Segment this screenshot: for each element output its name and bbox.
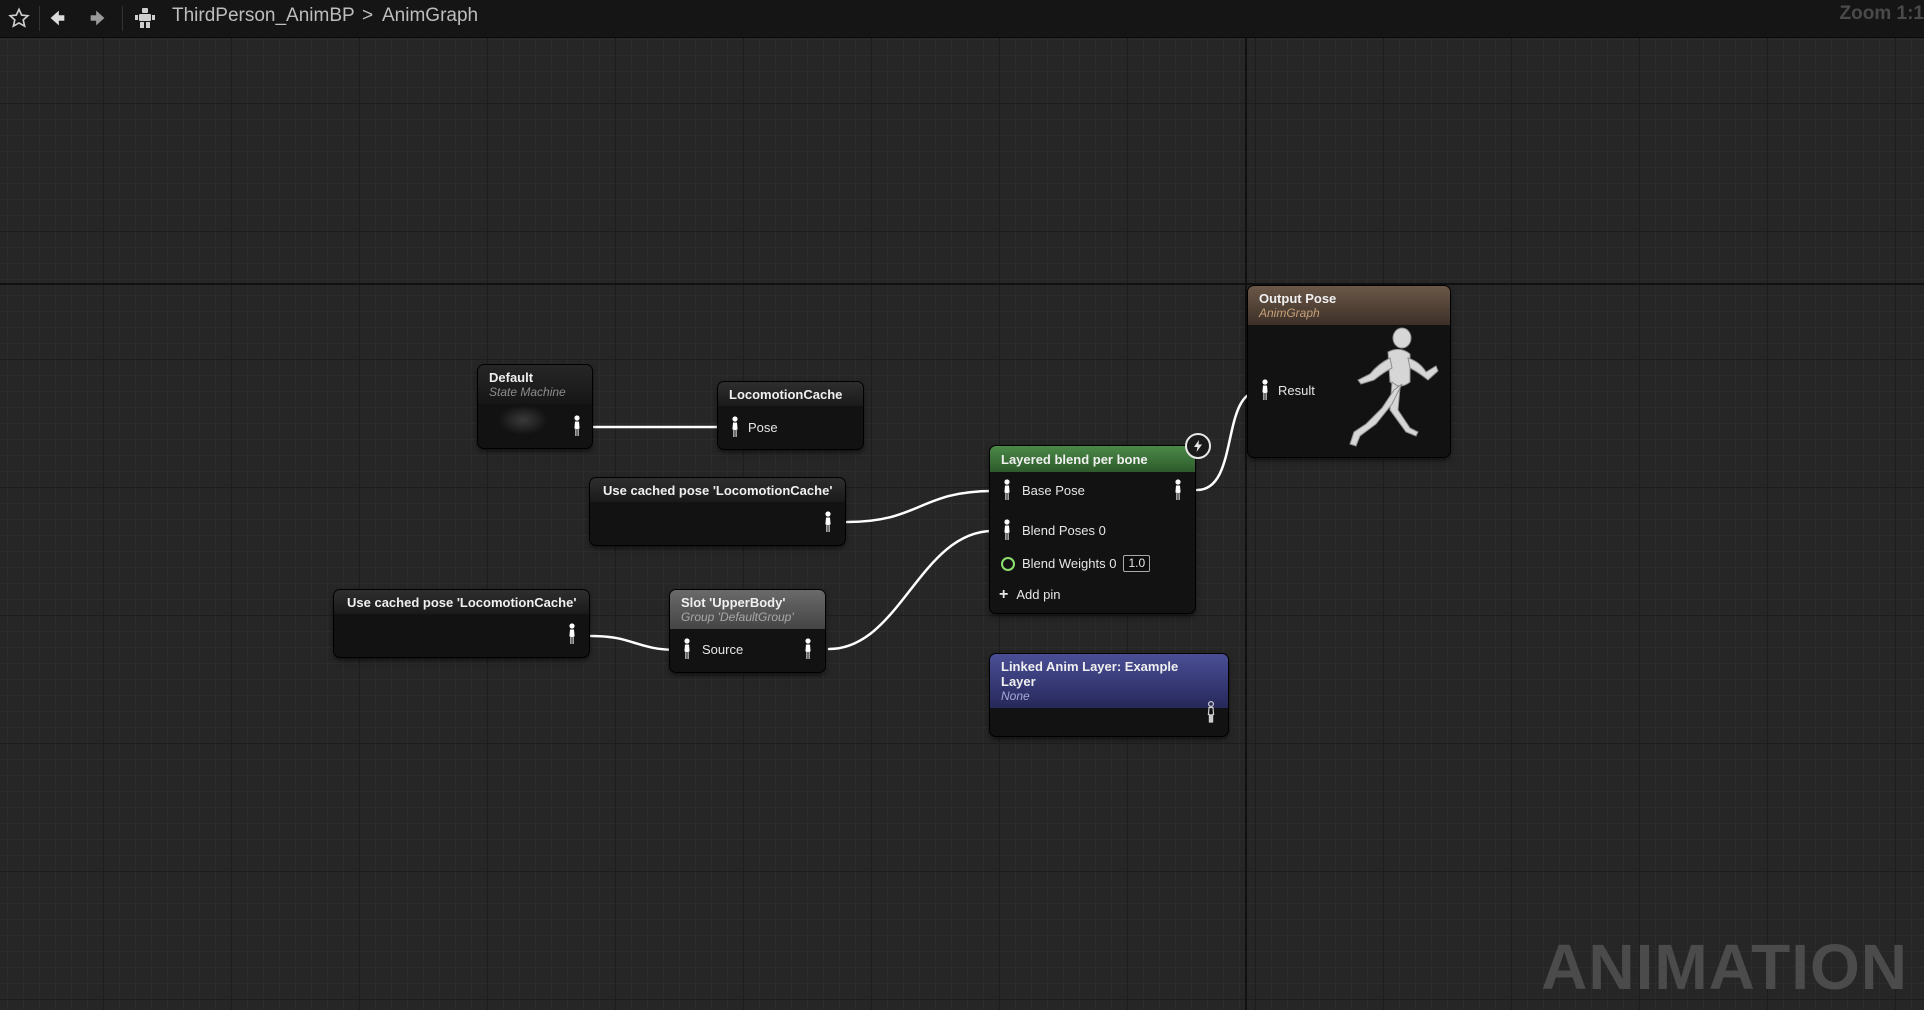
blend-base-pose-pin[interactable]: Base Pose — [1002, 479, 1085, 501]
forward-arrow-icon[interactable] — [84, 4, 112, 32]
pin-label: Source — [702, 641, 744, 657]
layered-blend-node[interactable]: Layered blend per bone Base Pose Blend P… — [990, 446, 1195, 613]
wire-cached2-to-slot — [589, 634, 681, 652]
cached-pose-2-output-pin[interactable] — [567, 623, 577, 645]
node-title: Default — [489, 370, 534, 385]
slot-output-pin[interactable] — [803, 638, 813, 660]
cached-pose-1-output-pin[interactable] — [823, 511, 833, 533]
breadcrumb-separator: > — [362, 5, 374, 26]
locomotion-cache-node[interactable]: LocomotionCache Pose — [718, 382, 863, 449]
output-pose-node[interactable]: Output Pose AnimGraph Result — [1248, 286, 1450, 457]
add-pin-button[interactable]: + Add pin — [999, 585, 1061, 603]
favorite-star-icon[interactable] — [5, 4, 33, 32]
node-title: Linked Anim Layer: Example Layer — [1001, 659, 1179, 689]
linked-anim-layer-node[interactable]: Linked Anim Layer: Example Layer None — [990, 654, 1228, 736]
locomotion-cache-pose-pin[interactable]: Pose — [730, 416, 778, 438]
blend-poses-pin[interactable]: Blend Poses 0 — [1002, 519, 1106, 541]
pin-label: Blend Poses 0 — [1022, 522, 1106, 538]
zoom-level: Zoom 1:1 — [1839, 3, 1924, 24]
node-subtitle: Group 'DefaultGroup' — [681, 610, 794, 624]
anim-blueprint-icon — [131, 4, 159, 32]
pose-pin-icon — [1260, 379, 1270, 401]
fast-path-lightning-icon — [1185, 433, 1211, 459]
blend-output-pin[interactable] — [1173, 479, 1183, 501]
node-title: Use cached pose 'LocomotionCache' — [603, 483, 833, 498]
node-title: Slot 'UpperBody' — [681, 595, 786, 610]
slot-source-pin[interactable]: Source — [682, 638, 743, 660]
float-pin-icon — [1001, 556, 1015, 571]
node-title: Layered blend per bone — [1001, 452, 1148, 467]
pose-pin-icon — [682, 638, 692, 660]
pin-label: Result — [1278, 382, 1315, 398]
pose-pin-icon — [1002, 519, 1012, 541]
cached-pose-node-2[interactable]: Use cached pose 'LocomotionCache' — [334, 590, 589, 657]
node-title: Output Pose — [1259, 291, 1337, 306]
node-subtitle: None — [1001, 689, 1030, 703]
add-pin-label: Add pin — [1016, 587, 1061, 602]
wires-layer — [589, 389, 1262, 652]
node-subtitle: State Machine — [489, 385, 566, 399]
pose-pin-icon — [823, 511, 833, 533]
wire-cached1-to-basepose — [845, 489, 995, 524]
breadcrumb-blueprint[interactable]: ThirdPerson_AnimBP — [172, 5, 355, 27]
node-title: Use cached pose 'LocomotionCache' — [347, 595, 577, 610]
output-pose-result-pin[interactable]: Result — [1260, 379, 1315, 401]
running-mannequin-icon — [1349, 327, 1439, 447]
back-arrow-icon[interactable] — [43, 4, 71, 32]
blend-weight-input[interactable]: 1.0 — [1123, 555, 1151, 572]
node-subtitle: AnimGraph — [1259, 306, 1320, 320]
pose-pin-icon — [730, 416, 740, 438]
wire-slot-to-blendposes — [827, 529, 995, 651]
animation-watermark: ANIMATION — [1541, 931, 1908, 1003]
pose-pin-outline-icon — [1206, 701, 1216, 723]
slot-upperbody-node[interactable]: Slot 'UpperBody' Group 'DefaultGroup' So… — [670, 590, 825, 672]
pose-pin-icon — [1002, 479, 1012, 501]
pose-pin-icon — [572, 415, 582, 437]
blend-weights-pin[interactable]: Blend Weights 0 1.0 — [1001, 555, 1151, 572]
plus-icon: + — [999, 585, 1009, 603]
linked-anim-layer-output-pin[interactable] — [1206, 701, 1216, 723]
state-machine-node[interactable]: Default State Machine — [478, 365, 592, 448]
node-title: LocomotionCache — [729, 387, 843, 402]
pin-label: Blend Weights 0 — [1022, 556, 1117, 571]
pose-pin-icon — [1173, 479, 1183, 501]
graph-toolbar: ThirdPerson_AnimBP > AnimGraph Zoom 1:1 — [0, 0, 1924, 38]
pose-pin-icon — [803, 638, 813, 660]
pin-label: Pose — [748, 419, 778, 435]
cached-pose-node-1[interactable]: Use cached pose 'LocomotionCache' — [590, 478, 845, 545]
pin-label: Base Pose — [1022, 482, 1085, 498]
state-machine-output-pin[interactable] — [572, 415, 582, 437]
breadcrumb-graph[interactable]: AnimGraph — [382, 5, 478, 27]
pose-pin-icon — [567, 623, 577, 645]
